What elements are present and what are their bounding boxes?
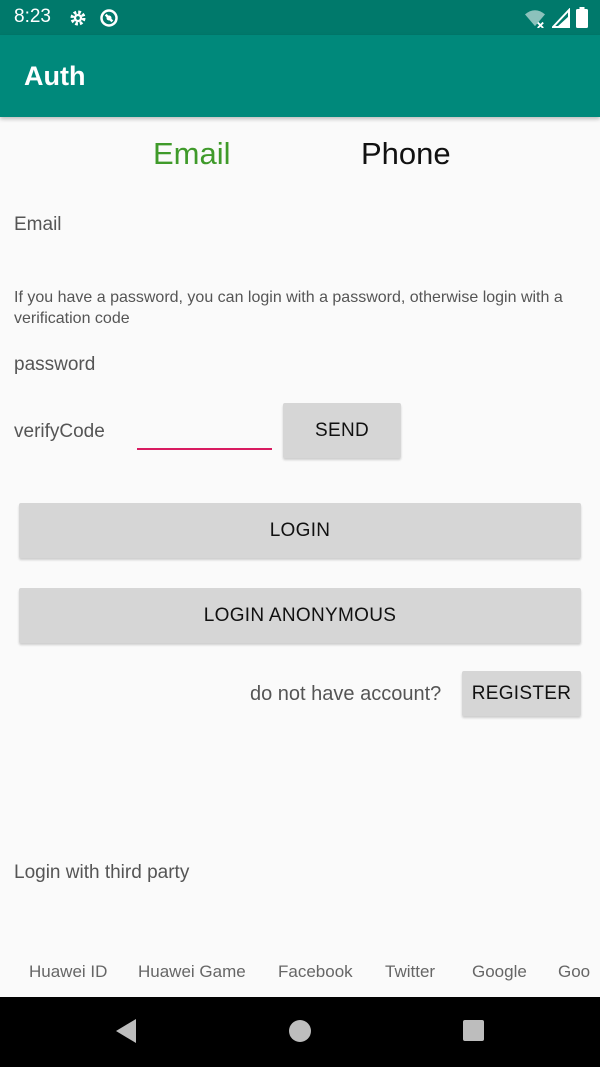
- provider-huawei-id[interactable]: Huawei ID: [29, 962, 107, 982]
- verify-code-label: verifyCode: [14, 421, 105, 442]
- navigation-bar: [0, 997, 600, 1067]
- sync-icon: [100, 9, 118, 27]
- battery-icon: [576, 7, 588, 28]
- app-bar: Auth: [0, 35, 600, 117]
- third-party-label: Login with third party: [14, 862, 190, 883]
- provider-twitter[interactable]: Twitter: [385, 962, 435, 982]
- password-label: password: [14, 354, 96, 375]
- status-right-icons: [524, 7, 588, 28]
- verify-code-input[interactable]: [137, 418, 272, 450]
- email-label: Email: [14, 214, 62, 235]
- provider-google-play[interactable]: Goo: [558, 962, 590, 982]
- back-icon[interactable]: [116, 1019, 136, 1043]
- wifi-icon: [525, 9, 545, 28]
- send-code-button[interactable]: SEND: [283, 403, 401, 458]
- login-hint: If you have a password, you can login wi…: [14, 289, 563, 327]
- recent-apps-icon[interactable]: [463, 1020, 484, 1041]
- app-title: Auth: [24, 61, 86, 91]
- provider-google[interactable]: Google: [472, 962, 527, 982]
- tab-email[interactable]: Email: [153, 136, 231, 172]
- gear-icon: [70, 10, 86, 26]
- login-button[interactable]: LOGIN: [19, 503, 581, 558]
- tab-phone[interactable]: Phone: [361, 136, 451, 172]
- signal-icon: [552, 7, 570, 28]
- provider-facebook[interactable]: Facebook: [278, 962, 353, 982]
- no-account-text: do not have account?: [250, 683, 442, 705]
- home-icon[interactable]: [289, 1020, 311, 1042]
- status-time: 8:23: [14, 6, 51, 27]
- login-anonymous-button[interactable]: LOGIN ANONYMOUS: [19, 588, 581, 643]
- register-button[interactable]: REGISTER: [462, 671, 581, 716]
- provider-huawei-game[interactable]: Huawei Game: [138, 962, 246, 982]
- status-bar: 8:23: [0, 0, 600, 35]
